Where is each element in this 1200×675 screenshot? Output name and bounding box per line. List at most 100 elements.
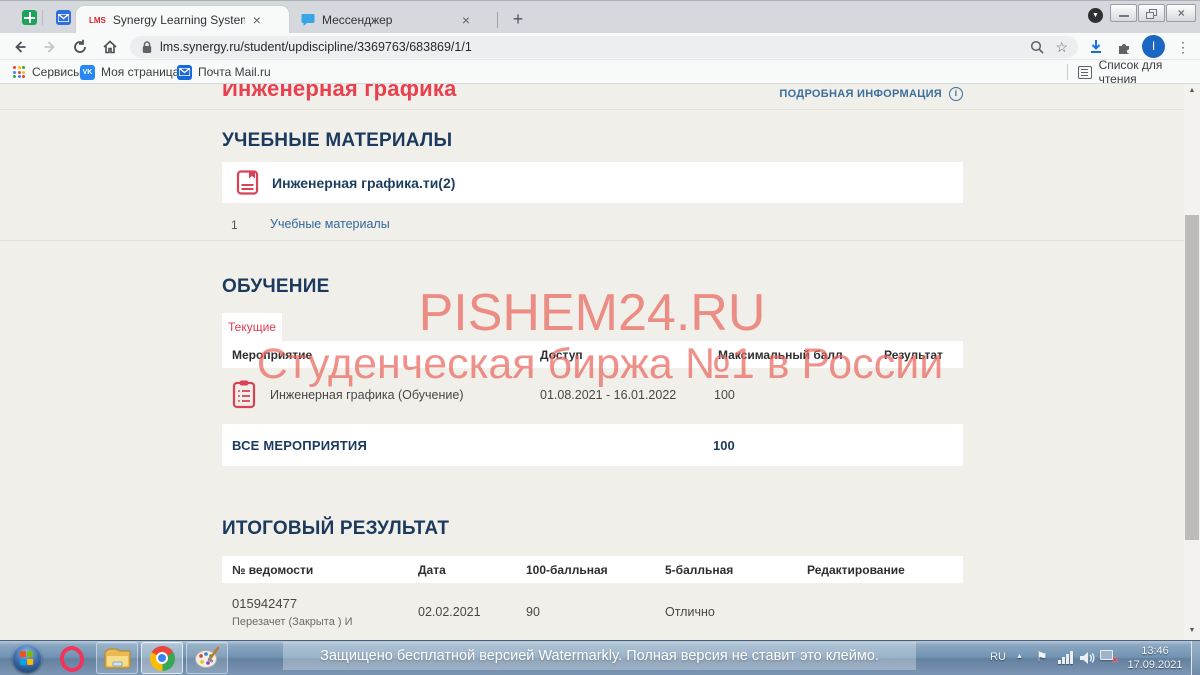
back-icon[interactable] [9,36,31,58]
download-icon[interactable] [1085,36,1107,58]
browser-menu-icon[interactable]: ⋮ [1176,36,1190,58]
watermark-line2: Студенческая биржа №1 в России [0,340,1200,389]
materials-row-number: 1 [231,218,238,232]
folder-icon [104,646,131,670]
reading-list-icon [1078,66,1092,79]
training-row-name: Инженерная графика (Обучение) [270,388,464,402]
bookmark-label: Сервисы [32,65,82,79]
pinned-tab-mail-icon[interactable] [56,10,71,25]
info-icon: i [949,87,963,101]
training-row-max-score: 100 [714,388,735,402]
forward-icon[interactable] [39,36,61,58]
final-score-5: Отлично [665,605,715,619]
show-desktop-button[interactable] [1191,641,1200,675]
bookmarks-bar: Сервисы VK Моя страница 0 Почта Mail.ru … [0,60,1200,84]
profile-avatar[interactable]: I [1142,35,1165,58]
col-date: Дата [418,563,446,577]
bookmarks-separator [1067,64,1068,80]
col-edit: Редактирование [807,563,905,577]
all-events-total: 100 [713,438,735,453]
final-score-100: 90 [526,605,540,619]
training-row-access: 01.08.2021 - 16.01.2022 [540,388,676,402]
browser-tab-strip: LMS Synergy Learning System × Мессенджер… [0,0,1200,33]
discipline-title-text: Инженерная графика [222,84,457,102]
lock-icon [142,41,152,54]
col-100-scale: 100-балльная [526,563,608,577]
url-text[interactable]: lms.synergy.ru/student/updiscipline/3369… [160,40,1030,54]
windows-flag-icon [20,651,34,665]
bookmark-star-icon[interactable]: ☆ [1055,39,1068,56]
window-restore-button[interactable] [1138,4,1165,22]
paint-taskbar-button[interactable] [186,642,228,674]
volume-icon[interactable] [1080,651,1095,665]
mail-envelope-icon [177,65,192,80]
tray-expand-icon[interactable]: ▲ [1016,653,1023,660]
zoom-icon[interactable] [1030,40,1045,55]
browser-update-icon[interactable]: ▼ [1088,8,1103,23]
page-scrollbar[interactable]: ▲ ▼ [1184,84,1200,640]
pinned-tab-separator [42,10,43,25]
final-sheet-number: 015942477 [232,596,297,611]
chrome-icon [150,646,175,671]
final-sheet-note: Перезачет (Закрыта ) И [232,616,353,628]
tray-clock[interactable]: 13:46 17.09.2021 [1124,644,1186,672]
bookmark-vk-page[interactable]: VK Моя страница 0 [80,63,189,81]
new-tab-button[interactable]: + [506,8,530,32]
lms-page: Инженерная графика ПОДРОБНАЯ ИНФОРМАЦИЯ … [0,84,1200,640]
detailed-info-label: ПОДРОБНАЯ ИНФОРМАЦИЯ [779,88,942,100]
bookmark-label: Почта Mail.ru [198,65,271,79]
address-bar[interactable]: lms.synergy.ru/student/updiscipline/3369… [130,36,1078,58]
chrome-taskbar-button[interactable] [141,642,183,674]
paint-palette-icon [194,646,220,670]
screen: LMS Synergy Learning System × Мессенджер… [0,0,1200,675]
tab-separator [497,12,498,28]
scrollbar-thumb[interactable] [1185,215,1199,540]
training-footer-row: ВСЕ МЕРОПРИЯТИЯ 100 [222,424,963,466]
tab-synergy-lms[interactable]: LMS Synergy Learning System × [76,6,289,34]
scroll-down-icon[interactable]: ▼ [1184,627,1200,634]
apps-grid-icon [13,66,25,78]
network-error-icon: × [1112,655,1118,666]
network-status-icon[interactable]: × [1100,650,1116,664]
col-sheet-no: № ведомости [232,563,313,577]
signal-bars-icon[interactable] [1058,651,1073,664]
materials-row-link[interactable]: Учебные материалы [270,217,390,231]
reading-list-label: Список для чтения [1099,58,1200,86]
book-icon [234,169,261,196]
tab-title: Synergy Learning System [113,13,245,27]
discipline-title: Инженерная графика [222,84,742,104]
opera-taskbar-icon[interactable] [58,644,86,674]
browser-toolbar: lms.synergy.ru/student/updiscipline/3369… [0,33,1200,60]
final-table-header: № ведомости Дата 100-балльная 5-балльная… [222,556,963,583]
tab-close-icon[interactable]: × [458,12,474,28]
tab-close-icon[interactable]: × [249,12,265,28]
detailed-info-link[interactable]: ПОДРОБНАЯ ИНФОРМАЦИЯ i [779,87,963,101]
pinned-tab-sheets-icon[interactable] [22,10,37,25]
watermark-line1: PISHEM24.RU [0,283,1184,343]
home-icon[interactable] [99,36,121,58]
start-button[interactable] [12,643,42,673]
divider [0,109,1184,110]
action-center-flag-icon[interactable]: ⚑ [1036,649,1048,665]
reload-icon[interactable] [69,36,91,58]
scroll-up-icon[interactable]: ▲ [1184,87,1200,94]
tray-time: 13:46 [1124,644,1186,658]
bookmark-services[interactable]: Сервисы [13,63,82,81]
explorer-taskbar-button[interactable] [96,642,138,674]
window-minimize-button[interactable] [1110,4,1137,22]
materials-card[interactable]: Инженерная графика.ти(2) [222,162,963,203]
bookmark-mailru[interactable]: Почта Mail.ru [177,63,271,81]
materials-heading: УЧЕБНЫЕ МАТЕРИАЛЫ [222,130,452,152]
window-close-button[interactable]: × [1166,4,1196,22]
all-events-label: ВСЕ МЕРОПРИЯТИЯ [232,438,367,453]
tab-title: Мессенджер [322,13,454,27]
final-result-heading: ИТОГОВЫЙ РЕЗУЛЬТАТ [222,518,449,540]
vk-icon: VK [80,65,95,80]
final-date: 02.02.2021 [418,605,481,619]
reading-list-button[interactable]: Список для чтения [1078,63,1200,81]
extensions-puzzle-icon[interactable] [1113,36,1135,58]
materials-card-title: Инженерная графика.ти(2) [272,175,455,191]
tab-messenger[interactable]: Мессенджер × [291,6,494,34]
language-indicator[interactable]: RU [990,651,1006,663]
lms-favicon: LMS [89,16,106,25]
